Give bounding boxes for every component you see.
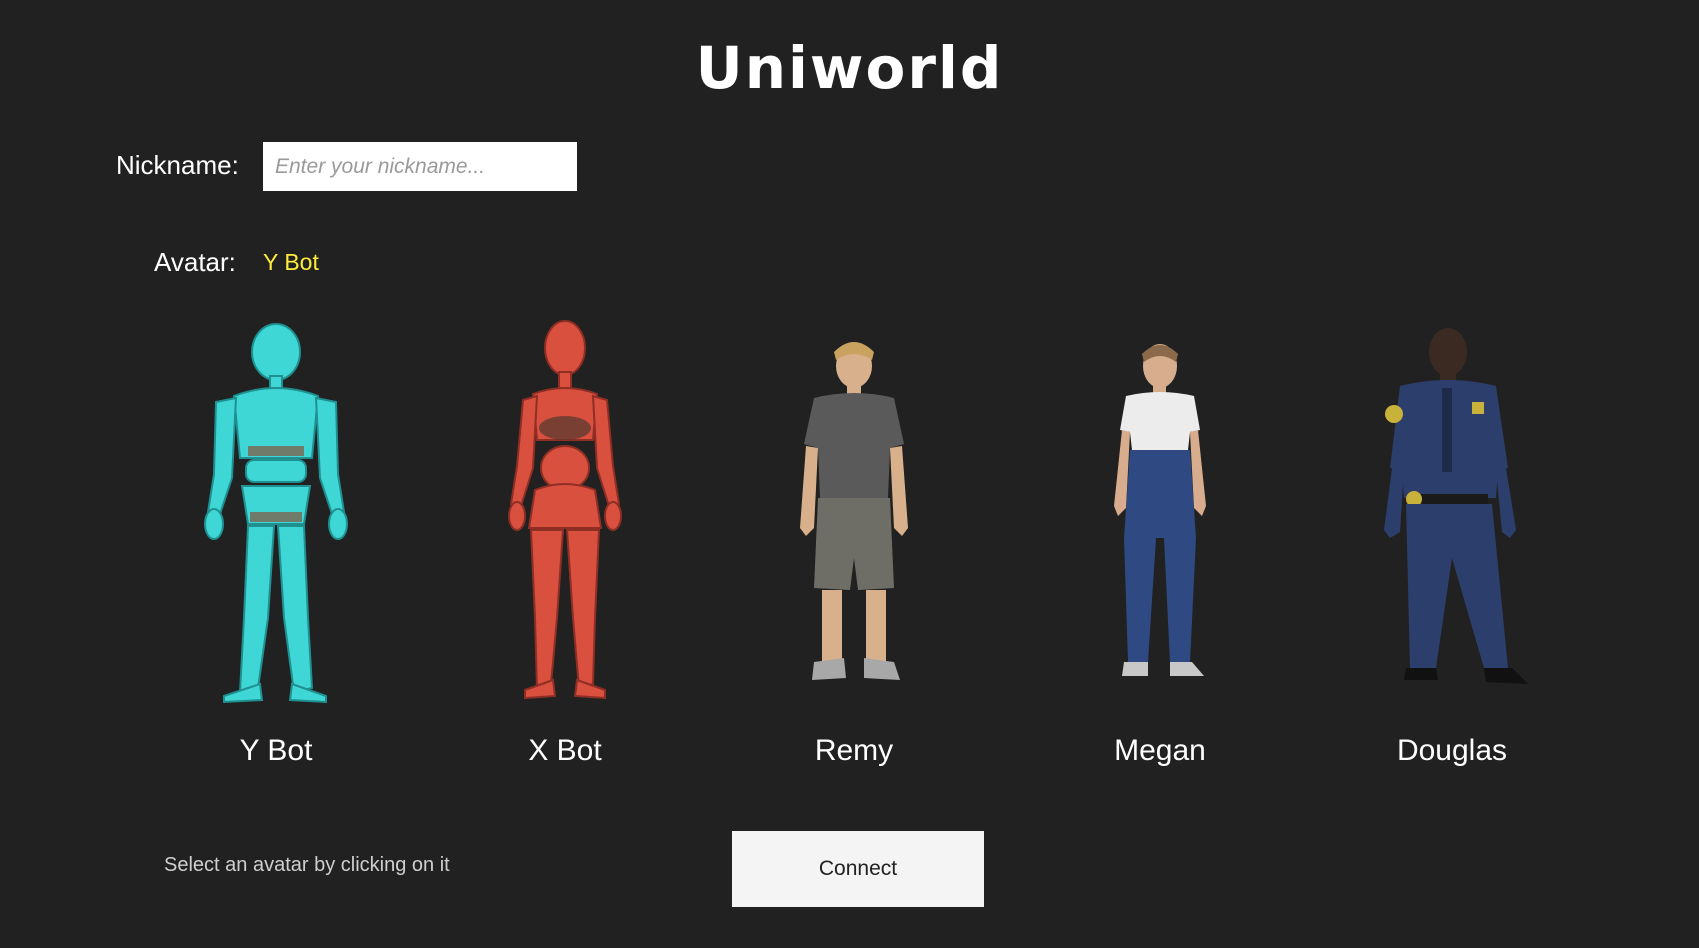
avatar-option-x-bot[interactable]: X Bot — [425, 318, 705, 778]
avatar-name-remy: Remy — [814, 734, 894, 767]
avatar-name-x-bot: X Bot — [528, 734, 602, 767]
nickname-input[interactable] — [263, 142, 577, 191]
avatar-name-megan: Megan — [1114, 734, 1206, 767]
selected-avatar-value: Y Bot — [263, 249, 319, 275]
avatar-option-douglas[interactable]: Douglas — [1312, 318, 1592, 778]
avatar-label: Avatar: — [154, 247, 236, 277]
avatar-option-megan[interactable]: Megan — [1020, 318, 1300, 778]
avatar-selection-hint: Select an avatar by clicking on it — [164, 854, 450, 876]
avatar-option-y-bot[interactable]: Y Bot — [136, 318, 416, 778]
avatar-option-remy[interactable]: Remy — [714, 318, 994, 778]
app-title: Uniworld — [695, 34, 1004, 102]
megan-figure — [1114, 344, 1206, 676]
login-screen: Uniworld Nickname: Avatar: Y Bot — [0, 0, 1699, 948]
avatar-name-douglas: Douglas — [1396, 734, 1508, 767]
x-bot-figure — [508, 320, 622, 700]
avatar-name-y-bot: Y Bot — [239, 734, 313, 767]
nickname-label: Nickname: — [116, 150, 239, 180]
y-bot-figure — [204, 323, 348, 704]
remy-figure — [800, 342, 908, 680]
douglas-figure — [1384, 328, 1528, 684]
connect-button[interactable]: Connect — [732, 831, 984, 907]
